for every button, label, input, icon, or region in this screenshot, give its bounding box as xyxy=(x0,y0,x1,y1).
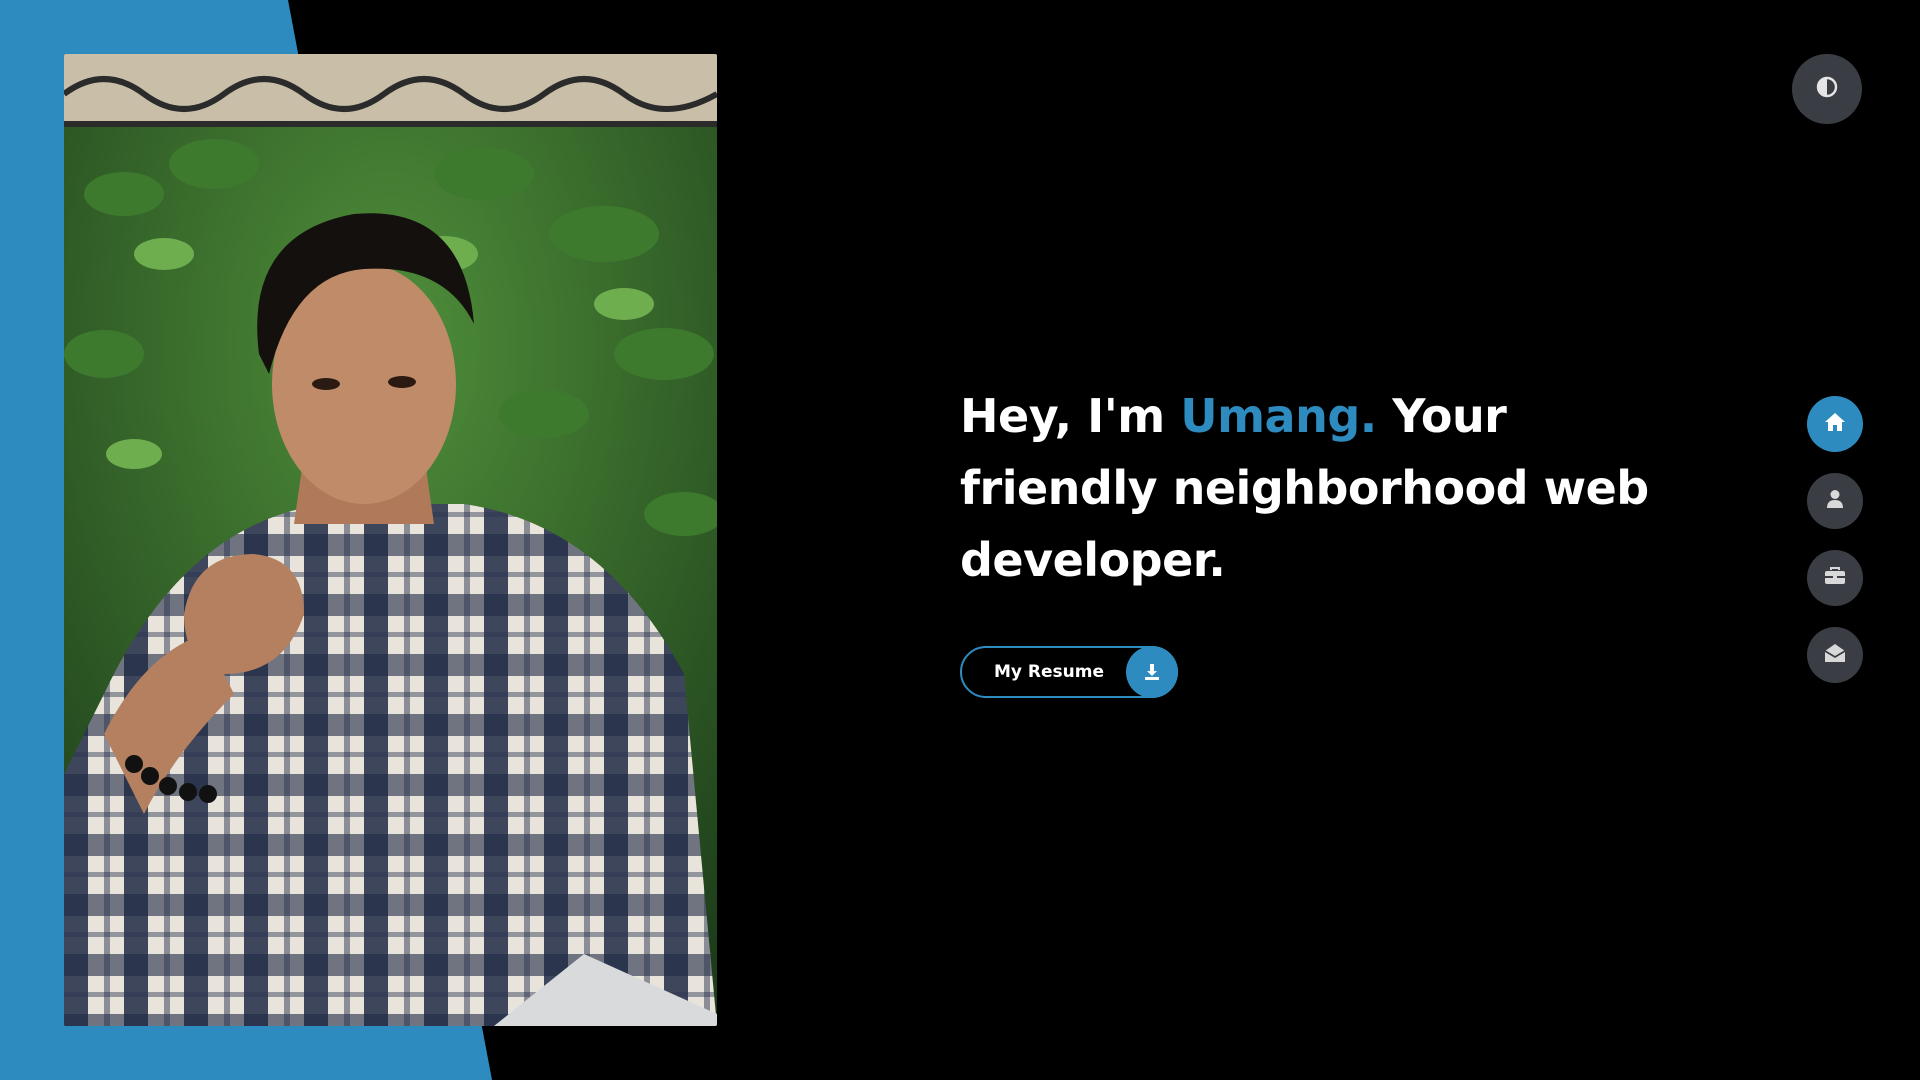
contrast-icon xyxy=(1815,75,1839,103)
hero-section: Hey, I'm Umang. Your friendly neighborho… xyxy=(960,380,1680,596)
greeting-text: Hey, I'm xyxy=(960,389,1181,443)
side-nav xyxy=(1807,396,1863,704)
hero-headline: Hey, I'm Umang. Your friendly neighborho… xyxy=(960,380,1680,596)
name-highlight: Umang. xyxy=(1180,389,1377,443)
home-icon xyxy=(1824,412,1846,436)
portrait-image xyxy=(64,54,717,1026)
profile-photo xyxy=(64,54,717,1026)
theme-toggle-button[interactable] xyxy=(1792,54,1862,124)
nav-item-portfolio[interactable] xyxy=(1807,550,1863,606)
home-page: Hey, I'm Umang. Your friendly neighborho… xyxy=(0,0,1920,1080)
nav-item-about[interactable] xyxy=(1807,473,1863,529)
nav-item-contact[interactable] xyxy=(1807,627,1863,683)
envelope-open-icon xyxy=(1824,643,1846,667)
resume-button-label: My Resume xyxy=(994,662,1105,682)
resume-button[interactable]: My Resume xyxy=(960,646,1178,698)
briefcase-icon xyxy=(1824,566,1846,590)
nav-item-home[interactable] xyxy=(1807,396,1863,452)
user-icon xyxy=(1826,489,1844,513)
download-icon xyxy=(1126,646,1178,698)
